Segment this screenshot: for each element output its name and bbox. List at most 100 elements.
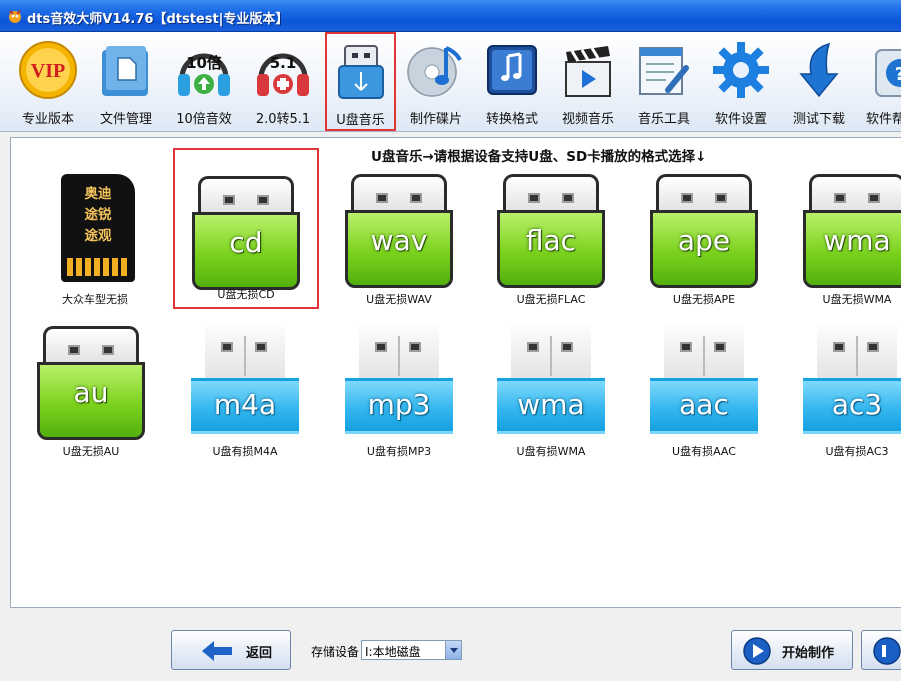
format-tile-cd[interactable]: cd U盘无损CD [173, 148, 319, 309]
app-icon [9, 10, 21, 23]
headphones-10x-icon: 10倍 [178, 53, 230, 96]
back-button[interactable]: 返回 [171, 630, 291, 670]
tile-caption: U盘有损M4A [212, 445, 278, 458]
usb-ext-label: aac [679, 388, 729, 421]
toolbar-test-download-button[interactable]: 测试下载 [782, 36, 856, 130]
cd-music-icon [407, 46, 462, 97]
bottom-bar: 返回 存储设备 I:本地磁盘 开始制作 [0, 608, 901, 681]
usb-icon [337, 45, 384, 99]
format-tile-au[interactable]: au U盘无损AU [21, 298, 161, 458]
usb-ext-label: au [73, 376, 109, 409]
tile-caption: U盘有损AAC [672, 445, 736, 458]
headphones-51-text: 5.1 [270, 54, 297, 72]
format-tile-mp3[interactable]: mp3 U盘有损MP3 [329, 298, 469, 458]
usb-ext-label: cd [229, 226, 263, 259]
toolbar-vip-button[interactable]: VIP 专业版本 [12, 36, 84, 130]
toolbar-usb-music-label: U盘音乐 [336, 113, 385, 128]
chevron-down-icon[interactable] [445, 641, 461, 659]
toolbar-help-button[interactable]: ? 软件帮 [860, 36, 901, 130]
toolbar-settings-button[interactable]: 软件设置 [704, 36, 778, 130]
vip-badge-text: VIP [31, 60, 65, 82]
format-panel: U盘音乐→请根据设备支持U盘、SD卡播放的格式选择↓ 奥迪 途锐 途观 大众车型… [10, 137, 901, 608]
gear-icon [713, 42, 769, 98]
headphones-51-icon: 5.1 [257, 53, 309, 96]
svg-text:?: ? [895, 64, 901, 85]
main-toolbar: VIP 专业版本 文件管理 10倍 10倍音效 5.1 2.0转5.1 U盘音乐… [0, 32, 901, 132]
format-tile-ape[interactable]: ape U盘无损APE [634, 146, 774, 306]
usb-blue-icon: wma [497, 326, 605, 440]
toolbar-music-tools-button[interactable]: 音乐工具 [628, 36, 700, 130]
format-tile-aac[interactable]: aac U盘有损AAC [634, 298, 774, 458]
storage-device-value: I:本地磁盘 [365, 645, 421, 659]
usb-ext-label: ape [677, 224, 731, 257]
toolbar-video-music-label: 视频音乐 [561, 112, 614, 127]
clapperboard-icon [565, 46, 611, 97]
usb-blue-icon: m4a [191, 326, 299, 440]
tile-caption: U盘有损AC3 [825, 445, 889, 458]
title-bar: dts音效大师V14.76【dtstest|专业版本】 [0, 0, 901, 32]
format-tile-wma-lossy[interactable]: wma U盘有损WMA [481, 298, 621, 458]
start-make-button[interactable]: 开始制作 [731, 630, 853, 670]
vip-badge-icon: VIP [19, 41, 77, 99]
usb-ext-label: ac3 [831, 388, 883, 421]
usb-green-icon: flac [497, 174, 605, 288]
usb-ext-label: flac [525, 224, 577, 257]
usb-green-icon: ape [650, 174, 758, 288]
toolbar-video-music-button[interactable]: 视频音乐 [552, 36, 624, 130]
usb-ext-label: wma [823, 224, 891, 257]
format-tile-ac3[interactable]: ac3 U盘有损AC3 [787, 298, 901, 458]
tools-icon [639, 47, 689, 95]
usb-green-icon: wma [803, 174, 901, 288]
toolbar-make-disc-button[interactable]: 制作碟片 [400, 36, 472, 130]
circle-icon [873, 637, 901, 665]
music-note-icon [487, 45, 537, 95]
toolbar-20to51-label: 2.0转5.1 [255, 112, 311, 127]
toolbar-20to51-button[interactable]: 5.1 2.0转5.1 [244, 36, 322, 130]
arrow-left-icon [202, 641, 232, 661]
toolbar-file-manager-label: 文件管理 [99, 112, 152, 127]
format-tile-vw-lossless[interactable]: 奥迪 途锐 途观 大众车型无损 [25, 146, 165, 306]
toolbar-convert-format-label: 转换格式 [485, 112, 538, 127]
download-arrow-icon [799, 42, 839, 98]
format-tile-flac[interactable]: flac U盘无损FLAC [481, 146, 621, 306]
toolbar-convert-format-button[interactable]: 转换格式 [476, 36, 548, 130]
start-make-button-label: 开始制作 [782, 646, 835, 661]
format-tile-wma-lossless[interactable]: wma U盘无损WMA [787, 146, 901, 306]
usb-ext-label: mp3 [367, 388, 431, 421]
usb-green-icon: wav [345, 174, 453, 288]
partial-button[interactable] [861, 630, 901, 670]
tile-caption: U盘有损MP3 [366, 445, 432, 458]
format-tile-m4a[interactable]: m4a U盘有损M4A [175, 298, 315, 458]
toolbar-10x-effect-button[interactable]: 10倍 10倍音效 [168, 36, 240, 130]
usb-blue-icon: ac3 [803, 326, 901, 440]
toolbar-music-tools-label: 音乐工具 [637, 112, 690, 127]
usb-ext-label: m4a [213, 388, 277, 421]
format-tile-wav[interactable]: wav U盘无损WAV [329, 146, 469, 306]
toolbar-test-download-label: 测试下载 [792, 112, 845, 127]
folder-icon [102, 46, 148, 96]
help-icon: ? [875, 49, 901, 97]
usb-blue-icon: aac [650, 326, 758, 440]
toolbar-make-disc-label: 制作碟片 [409, 112, 462, 127]
usb-green-icon: cd [192, 176, 300, 290]
usb-ext-label: wav [370, 224, 428, 257]
play-icon [743, 637, 771, 665]
toolbar-settings-label: 软件设置 [714, 112, 767, 127]
usb-blue-icon: mp3 [345, 326, 453, 440]
headphones-10x-text: 10倍 [186, 54, 222, 72]
toolbar-help-label: 软件帮 [866, 112, 901, 127]
sd-card-text: 奥迪 途锐 途观 [84, 186, 112, 244]
usb-green-icon: au [37, 326, 145, 440]
toolbar-usb-music-button[interactable]: U盘音乐 [325, 32, 396, 131]
tile-caption: U盘有损WMA [516, 445, 586, 458]
toolbar-10x-effect-label: 10倍音效 [176, 112, 232, 127]
toolbar-vip-label: 专业版本 [21, 112, 74, 127]
storage-device-label: 存储设备 [311, 645, 360, 659]
storage-device-select[interactable]: I:本地磁盘 [361, 640, 462, 660]
window-title: dts音效大师V14.76【dtstest|专业版本】 [27, 12, 289, 27]
toolbar-file-manager-button[interactable]: 文件管理 [90, 36, 162, 130]
usb-ext-label: wma [517, 388, 585, 421]
tile-caption: U盘无损AU [62, 445, 120, 458]
back-button-label: 返回 [246, 646, 273, 661]
sd-card-icon: 奥迪 途锐 途观 [41, 174, 149, 288]
